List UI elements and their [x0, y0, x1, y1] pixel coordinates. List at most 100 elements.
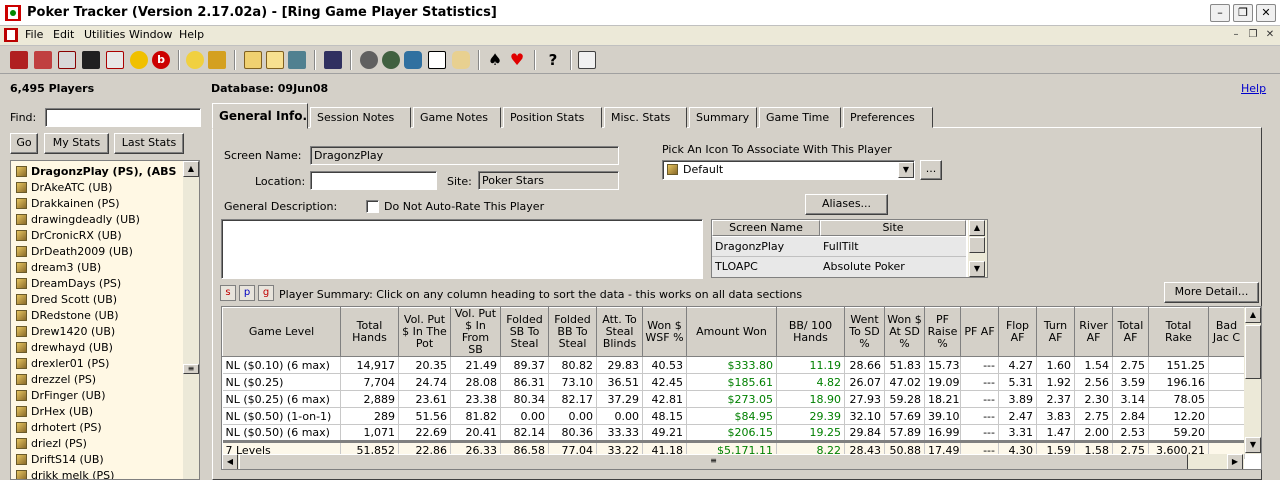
menu-edit[interactable]: Edit — [53, 28, 74, 41]
player-list-item[interactable]: DreamDays (PS) — [11, 275, 183, 291]
table-row[interactable]: NL ($0.25) (6 max) 2,889 23.61 23.38 80.34 82… — [222, 390, 1245, 408]
scroll-up-icon[interactable]: ▲ — [1245, 307, 1261, 323]
alias-row[interactable]: TLOAPC Absolute Poker — [712, 257, 966, 277]
spade-icon[interactable]: ♠ — [486, 51, 504, 69]
tab-position-stats[interactable]: Position Stats — [503, 107, 602, 128]
column-header[interactable]: Total Hands — [340, 307, 399, 357]
column-header[interactable]: Total Rake — [1148, 307, 1209, 357]
hands-icon[interactable] — [106, 51, 124, 69]
scroll-up-icon[interactable]: ▲ — [969, 220, 985, 236]
player-list-scrollbar[interactable]: ▲ ≡ — [183, 161, 199, 479]
player-list[interactable]: DragonzPlay (PS), (ABS DrAkeATC (UB) Drakk… — [10, 160, 200, 480]
player-list-item[interactable]: drhotert (PS) — [11, 419, 183, 435]
player-list-item[interactable]: DragonzPlay (PS), (ABS — [11, 163, 183, 179]
alias-header-site[interactable]: Site — [820, 220, 966, 236]
column-header[interactable]: Won $ At SD % — [884, 307, 925, 357]
go-button[interactable]: Go — [10, 133, 38, 154]
player-list-item[interactable]: DRedstone (UB) — [11, 307, 183, 323]
column-header[interactable]: Vol. Put $ In From SB — [450, 307, 501, 357]
player-list-item[interactable]: DriftS14 (UB) — [11, 451, 183, 467]
alias-scrollbar[interactable]: ▲ ▼ — [968, 220, 987, 277]
tab-session-notes[interactable]: Session Notes — [310, 107, 411, 128]
menu-file[interactable]: File — [25, 28, 43, 41]
scroll-thumb[interactable] — [1245, 325, 1261, 379]
trophy-icon[interactable] — [208, 51, 226, 69]
player-list-item[interactable]: driezl (PS) — [11, 435, 183, 451]
column-header[interactable]: Won $ WSF % — [642, 307, 687, 357]
child-app-icon[interactable] — [4, 28, 18, 42]
database-icon[interactable] — [288, 51, 306, 69]
scroll-thumb[interactable] — [969, 237, 985, 253]
tab-general-info[interactable]: General Info. — [212, 103, 308, 129]
player-list-item[interactable]: DrAkeATC (UB) — [11, 179, 183, 195]
location-field[interactable] — [310, 171, 437, 190]
save-icon[interactable] — [324, 51, 342, 69]
column-header[interactable]: Flop AF — [998, 307, 1037, 357]
table-row[interactable]: NL ($0.50) (6 max) 1,071 22.69 20.41 82.14 80… — [222, 424, 1245, 442]
player-list-item[interactable]: drikk melk (PS) — [11, 467, 183, 479]
column-header[interactable]: Folded SB To Steal — [500, 307, 549, 357]
tab-misc-stats[interactable]: Misc. Stats — [604, 107, 687, 128]
scroll-down-icon[interactable]: ▼ — [969, 261, 985, 277]
player-list-item[interactable]: dream3 (UB) — [11, 259, 183, 275]
player-list-item[interactable]: Drakkainen (PS) — [11, 195, 183, 211]
app-icon[interactable] — [4, 4, 22, 22]
column-header[interactable]: PF AF — [960, 307, 999, 357]
mdi-close-icon[interactable]: ✕ — [1262, 28, 1278, 43]
site-field[interactable]: Poker Stars — [478, 171, 619, 190]
mdi-minimize-icon[interactable]: – — [1228, 28, 1244, 43]
player-list-item[interactable]: drawingdeadly (UB) — [11, 211, 183, 227]
player-list-item[interactable]: DrCronicRX (UB) — [11, 227, 183, 243]
tab-game-time[interactable]: Game Time — [759, 107, 841, 128]
tab-game-notes[interactable]: Game Notes — [413, 107, 501, 128]
help-link[interactable]: Help — [1241, 82, 1266, 95]
column-header[interactable]: PF Raise % — [924, 307, 961, 357]
scroll-up-icon[interactable]: ▲ — [183, 161, 199, 177]
import-icon[interactable] — [360, 51, 378, 69]
column-header[interactable]: Bad Jac C — [1208, 307, 1245, 357]
p-button[interactable]: p — [239, 285, 255, 301]
no-autorate-checkbox[interactable] — [366, 200, 379, 213]
scroll-down-icon[interactable]: ▼ — [1245, 437, 1261, 453]
icon-browse-button[interactable]: ... — [920, 160, 942, 180]
question-icon[interactable]: ? — [544, 51, 562, 69]
heart-icon[interactable]: ♥ — [508, 51, 526, 69]
open-folder-icon[interactable] — [244, 51, 262, 69]
grid-vscroll[interactable]: ▲ ▼ — [1244, 307, 1261, 454]
table-row[interactable]: NL ($0.25) 7,704 24.74 28.08 86.31 73.10 36.51… — [222, 373, 1245, 391]
refresh-icon[interactable] — [382, 51, 400, 69]
grid-hscroll[interactable]: ◀ ≡ ▶ — [222, 454, 1244, 469]
tournament-stats-icon[interactable] — [34, 51, 52, 69]
player-list-item[interactable]: drexler01 (PS) — [11, 355, 183, 371]
tab-preferences[interactable]: Preferences — [843, 107, 933, 128]
grid-icon[interactable] — [428, 51, 446, 69]
b-icon[interactable]: b — [152, 51, 170, 69]
player-list-item[interactable]: DrHex (UB) — [11, 403, 183, 419]
aliases-button[interactable]: Aliases... — [805, 194, 888, 215]
menu-window[interactable]: Window — [129, 28, 172, 41]
alias-header-screen-name[interactable]: Screen Name — [712, 220, 820, 236]
minimize-icon[interactable]: – — [1210, 4, 1230, 22]
column-header[interactable]: Turn AF — [1036, 307, 1075, 357]
g-button[interactable]: g — [258, 285, 274, 301]
table-row[interactable]: NL ($0.10) (6 max) 14,917 20.35 21.49 89.37 8… — [222, 356, 1245, 374]
scroll-thumb[interactable]: ≡ — [239, 454, 1188, 469]
column-header[interactable]: Amount Won — [686, 307, 777, 357]
player-list-item[interactable]: DrFinger (UB) — [11, 387, 183, 403]
menu-help[interactable]: Help — [179, 28, 204, 41]
hand-icon[interactable] — [452, 51, 470, 69]
column-header[interactable]: BB/ 100 Hands — [776, 307, 845, 357]
folder-icon[interactable] — [266, 51, 284, 69]
scroll-right-icon[interactable]: ▶ — [1227, 454, 1243, 469]
scroll-thumb[interactable]: ≡ — [183, 364, 199, 374]
column-header[interactable]: Total AF — [1112, 307, 1149, 357]
mdi-restore-icon[interactable]: ❐ — [1245, 28, 1261, 43]
s-button[interactable]: s — [220, 285, 236, 301]
player-list-item[interactable]: drezzel (PS) — [11, 371, 183, 387]
alias-row[interactable]: DragonzPlay FullTilt — [712, 237, 966, 257]
player-icon[interactable] — [82, 51, 100, 69]
last-stats-button[interactable]: Last Stats — [114, 133, 184, 154]
player-list-item[interactable]: drewhayd (UB) — [11, 339, 183, 355]
description-textarea[interactable] — [221, 219, 703, 279]
globe-icon[interactable] — [404, 51, 422, 69]
